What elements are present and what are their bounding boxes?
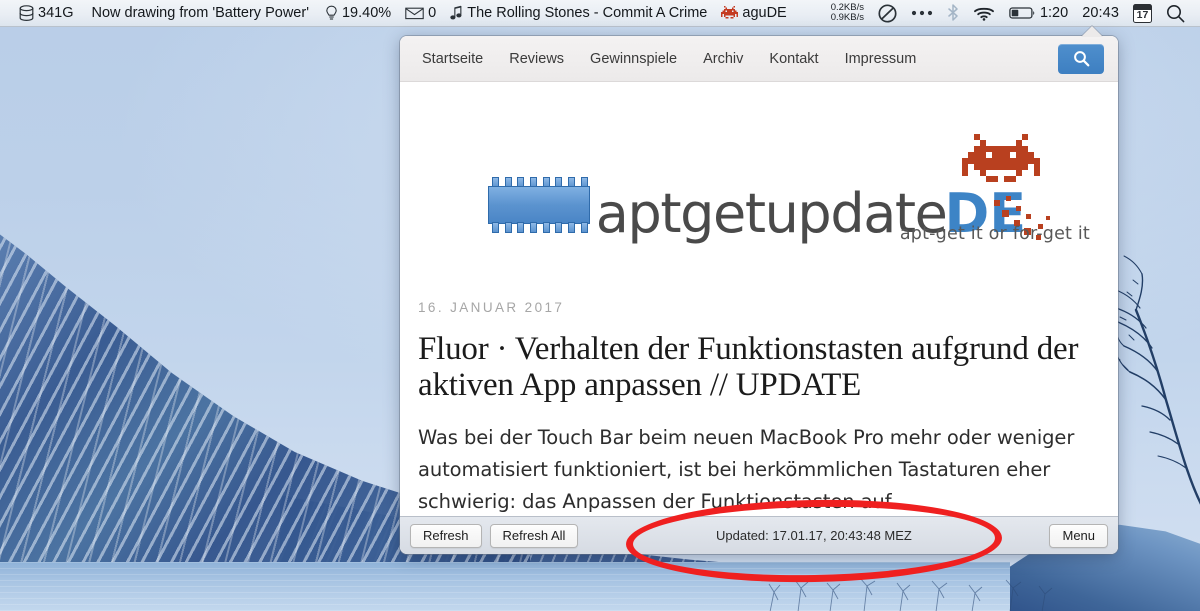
menu-item-calendar[interactable]: 17 (1126, 1, 1159, 25)
calendar-icon: 17 (1133, 3, 1152, 23)
ellipsis-icon (911, 9, 933, 17)
envelope-icon (405, 6, 424, 20)
mail-count-label: 0 (428, 4, 437, 21)
power-source-label: Now drawing from 'Battery Power' (91, 4, 309, 21)
refresh-button[interactable]: Refresh (410, 523, 482, 548)
disk-icon (19, 4, 34, 22)
menu-item-network-speed[interactable]: 0.2KB/s 0.9KB/s (824, 1, 871, 25)
disk-usage-label: 341G (38, 4, 74, 21)
menu-bar-left-group: 341G Now drawing from 'Battery Power' 19… (10, 1, 824, 25)
envelope-icon-svg (405, 7, 424, 20)
battery-icon (1009, 6, 1036, 20)
menu-item-mail-count[interactable]: 0 (398, 1, 443, 25)
space-invader-icon (962, 134, 1041, 182)
nav-link-archiv[interactable]: Archiv (703, 51, 743, 67)
menu-item-spotlight[interactable] (1159, 1, 1192, 25)
menu-item-clock[interactable]: 20:43 (1075, 1, 1126, 25)
nav-link-impressum[interactable]: Impressum (845, 51, 917, 67)
panel-bottom-toolbar: Refresh Refresh All Updated: 17.01.17, 2… (400, 516, 1118, 554)
menu-item-disk-usage[interactable]: 341G (10, 1, 82, 25)
network-speed-readout: 0.2KB/s 0.9KB/s (830, 2, 864, 24)
menu-item-brightness[interactable]: 19.40% (318, 1, 398, 25)
spotlight-search-icon (1166, 4, 1185, 23)
nav-link-startseite[interactable]: Startseite (422, 51, 483, 67)
menu-item-agude[interactable]: aguDE (714, 1, 793, 25)
nav-link-reviews[interactable]: Reviews (509, 51, 564, 67)
nav-link-list: Startseite Reviews Gewinnspiele Archiv K… (422, 51, 1058, 67)
article-title[interactable]: Fluor · Verhalten der Funktionstasten au… (418, 331, 1088, 403)
magnifier-icon-svg (1073, 51, 1089, 67)
menu-item-wifi[interactable] (966, 1, 1002, 25)
shoreline-bushes (768, 577, 1053, 611)
menu-button[interactable]: Menu (1049, 523, 1109, 548)
site-navigation-bar: Startseite Reviews Gewinnspiele Archiv K… (400, 36, 1118, 82)
spotlight-search-icon-svg (1167, 4, 1185, 22)
article-body-text: Was bei der Touch Bar beim neuen MacBook… (418, 426, 1075, 513)
speedometer-icon (878, 3, 897, 23)
magnifier-icon (1073, 50, 1090, 67)
bluetooth-icon-svg (948, 4, 958, 21)
lightbulb-icon (325, 5, 338, 22)
agude-label: aguDE (742, 4, 787, 21)
menu-item-speedometer[interactable] (871, 1, 904, 25)
site-search-button[interactable] (1058, 43, 1104, 74)
wifi-icon-svg (974, 7, 994, 21)
menu-item-now-playing[interactable]: The Rolling Stones - Commit A Crime (443, 1, 714, 25)
mac-menu-bar: 341G Now drawing from 'Battery Power' 19… (0, 0, 1200, 27)
bluetooth-icon (947, 4, 959, 22)
network-down-label: 0.9KB/s (830, 12, 864, 23)
updated-status-label: Updated: 17.01.17, 20:43:48 MEZ (716, 528, 912, 543)
space-invader-icon (721, 6, 739, 20)
clock-label: 20:43 (1082, 4, 1119, 21)
popup-arrow-notch (1081, 26, 1103, 37)
calendar-day-label: 17 (1136, 8, 1149, 21)
nav-link-gewinnspiele[interactable]: Gewinnspiele (590, 51, 677, 67)
now-playing-label: The Rolling Stones - Commit A Crime (467, 4, 708, 21)
nav-link-kontakt[interactable]: Kontakt (769, 51, 818, 67)
logo-tagline: apt-get it or for-get it (899, 224, 1090, 244)
menu-item-battery[interactable]: 1:20 (1002, 1, 1075, 25)
menu-bar-right-group: 0.2KB/s 0.9KB/s 1:20 20:43 17 (824, 1, 1200, 25)
tree-branches (1114, 255, 1200, 505)
menu-item-power-source[interactable]: Now drawing from 'Battery Power' (82, 1, 317, 25)
brightness-label: 19.40% (341, 4, 392, 21)
chip-pins-bottom (491, 222, 588, 233)
refresh-all-button[interactable]: Refresh All (489, 523, 579, 548)
site-content-area: aptgetupdate DE apt-get it or for-get it… (400, 82, 1118, 516)
disk-icon-svg (19, 4, 34, 21)
space-invader-icon-svg (721, 6, 739, 19)
wifi-icon (973, 5, 995, 21)
cpu-chip-icon (484, 176, 594, 234)
menu-item-overflow[interactable] (904, 1, 940, 25)
lightbulb-icon-svg (326, 5, 337, 20)
music-note-icon (450, 5, 463, 21)
toolbar-left-buttons: Refresh Refresh All (410, 523, 579, 548)
music-note-icon-svg (450, 5, 462, 20)
article: 16. JANUAR 2017 Fluor · Verhalten der Fu… (400, 300, 1118, 516)
logo-wordmark: aptgetupdate (595, 182, 948, 245)
chip-body (487, 186, 590, 224)
battery-time-label: 1:20 (1039, 4, 1069, 21)
site-logo[interactable]: aptgetupdate DE apt-get it or for-get it (400, 82, 1118, 245)
ellipsis-icon-svg (911, 10, 933, 16)
battery-icon-svg (1009, 7, 1035, 19)
article-date: 16. JANUAR 2017 (418, 300, 565, 315)
speedometer-icon-svg (878, 3, 897, 23)
rss-reader-popup: Startseite Reviews Gewinnspiele Archiv K… (400, 36, 1118, 554)
menu-item-bluetooth[interactable] (940, 1, 966, 25)
screen: 341G Now drawing from 'Battery Power' 19… (0, 0, 1200, 611)
